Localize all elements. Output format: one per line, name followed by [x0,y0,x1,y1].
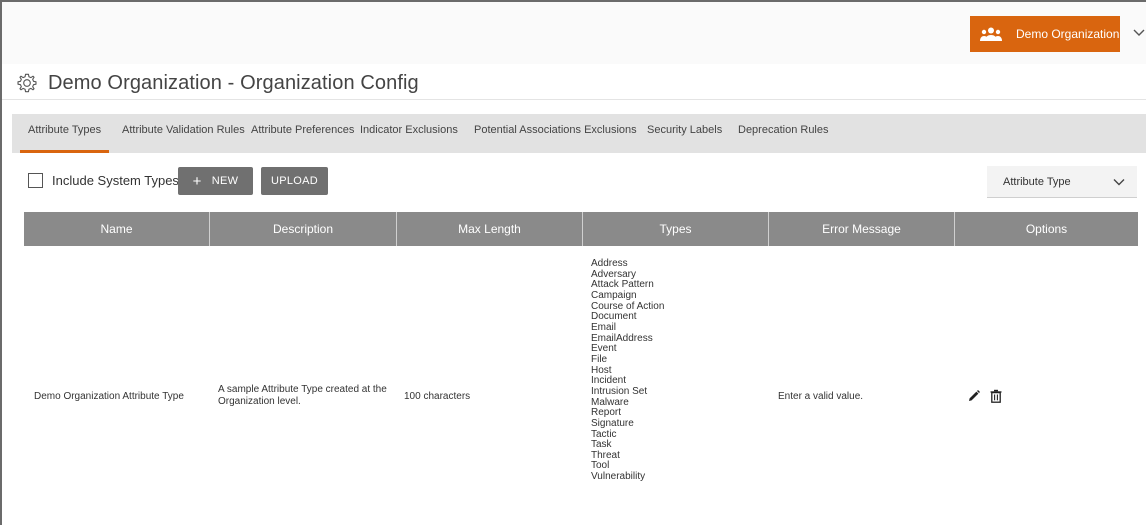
gear-icon [17,73,37,93]
organization-name: Demo Organization [1016,27,1120,41]
table-header: Name Description Max Length Types Error … [24,212,1138,246]
chevron-down-icon [1113,179,1125,186]
cell-error-message: Enter a valid value. [778,390,864,402]
type-item: Intrusion Set [591,385,648,397]
edit-icon[interactable] [967,389,981,403]
column-header-description[interactable]: Description [210,212,397,246]
tab-deprecation-rules[interactable]: Deprecation Rules [738,114,829,153]
upload-button-label: UPLOAD [270,175,319,187]
new-button-label: NEW [211,175,239,187]
column-header-types[interactable]: Types [583,212,769,246]
table-row[interactable]: Demo Organization Attribute Type A sampl… [24,246,1138,525]
include-system-types-checkbox[interactable] [28,173,43,188]
type-item: File [591,353,608,365]
tab-attribute-types[interactable]: Attribute Types [20,114,110,153]
cell-options [955,246,1138,525]
app-frame: Demo Organization Demo Organization - Or… [0,0,1146,525]
attribute-type-select[interactable]: Attribute Type [987,166,1137,198]
tab-attribute-validation-rules[interactable]: Attribute Validation Rules [122,114,245,153]
cell-description: A sample Attribute Type created at the O… [218,384,387,407]
upload-button[interactable]: UPLOAD [261,167,328,195]
attribute-type-select-value: Attribute Type [1003,175,1071,188]
tab-potential-associations-exclusions[interactable]: Potential Associations Exclusions [474,114,637,153]
type-item: Signature [591,417,634,429]
types-list: Address Adversary Attack Pattern Campaig… [591,258,664,483]
new-button[interactable]: + NEW [178,167,253,195]
column-header-error-message[interactable]: Error Message [769,212,955,246]
plus-icon: + [192,172,202,190]
include-system-types-label: Include System Types [52,173,179,188]
title-divider [2,99,1146,100]
users-icon [980,27,1002,41]
cell-max-length: 100 characters [404,390,471,402]
tab-bar: Attribute Types Attribute Validation Rul… [12,114,1146,153]
attribute-types-table: Name Description Max Length Types Error … [24,212,1138,525]
column-header-name[interactable]: Name [24,212,210,246]
chevron-down-icon[interactable] [1132,26,1146,40]
page-title-text: Demo Organization - Organization Config [48,71,419,94]
column-header-max-length[interactable]: Max Length [397,212,583,246]
tab-security-labels[interactable]: Security Labels [647,114,722,153]
page-title: Demo Organization - Organization Config [16,66,419,100]
top-bar: Demo Organization [2,2,1146,64]
tab-attribute-preferences[interactable]: Attribute Preferences [251,114,354,153]
organization-switcher[interactable]: Demo Organization [970,16,1120,52]
cell-name: Demo Organization Attribute Type [34,390,184,402]
tab-indicator-exclusions[interactable]: Indicator Exclusions [360,114,458,153]
include-system-types[interactable]: Include System Types [28,173,179,188]
column-header-options: Options [1025,222,1068,236]
type-item: Vulnerability [591,471,646,483]
type-item: Email [591,321,617,333]
cell-types: Address Adversary Attack Pattern Campaig… [583,246,769,525]
delete-icon[interactable] [989,389,1003,403]
